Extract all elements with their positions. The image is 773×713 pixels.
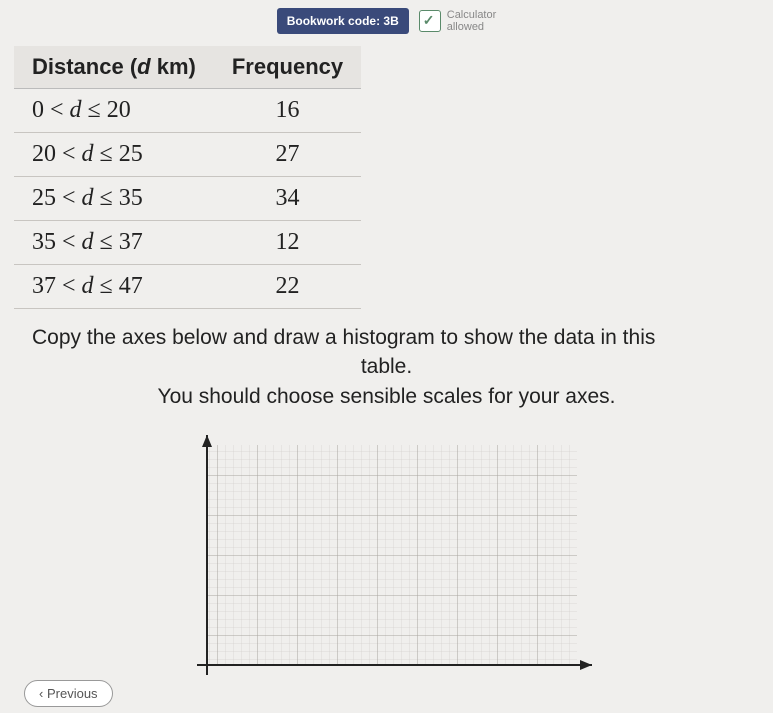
- table-row: 0 < d ≤ 20 16: [14, 89, 361, 133]
- frequency-table: Distance (d km) Frequency 0 < d ≤ 20 16 …: [14, 46, 361, 309]
- table-header-distance: Distance (d km): [14, 46, 214, 89]
- instruction-text: Copy the axes below and draw a histogram…: [14, 319, 759, 429]
- calc-label-1: Calculator: [447, 9, 497, 21]
- table-row: 37 < d ≤ 47 22: [14, 265, 361, 309]
- calculator-allowed-indicator: Calculator allowed: [419, 9, 497, 33]
- chevron-left-icon: ‹: [39, 686, 43, 701]
- table-row: 25 < d ≤ 35 34: [14, 177, 361, 221]
- instruction-line-3: You should choose sensible scales for yo…: [14, 382, 759, 411]
- previous-label: Previous: [47, 686, 98, 701]
- calculator-icon: [419, 10, 441, 32]
- calc-label-2: allowed: [447, 21, 497, 33]
- table-row: 20 < d ≤ 25 27: [14, 133, 361, 177]
- bookwork-code-badge: Bookwork code: 3B: [277, 8, 409, 34]
- instruction-line-1: Copy the axes below and draw a histogram…: [14, 323, 759, 352]
- previous-button[interactable]: ‹ Previous: [24, 680, 113, 707]
- table-row: 35 < d ≤ 37 12: [14, 221, 361, 265]
- instruction-line-2: table.: [14, 352, 759, 381]
- blank-axes-grid: [177, 435, 597, 695]
- table-header-frequency: Frequency: [214, 46, 361, 89]
